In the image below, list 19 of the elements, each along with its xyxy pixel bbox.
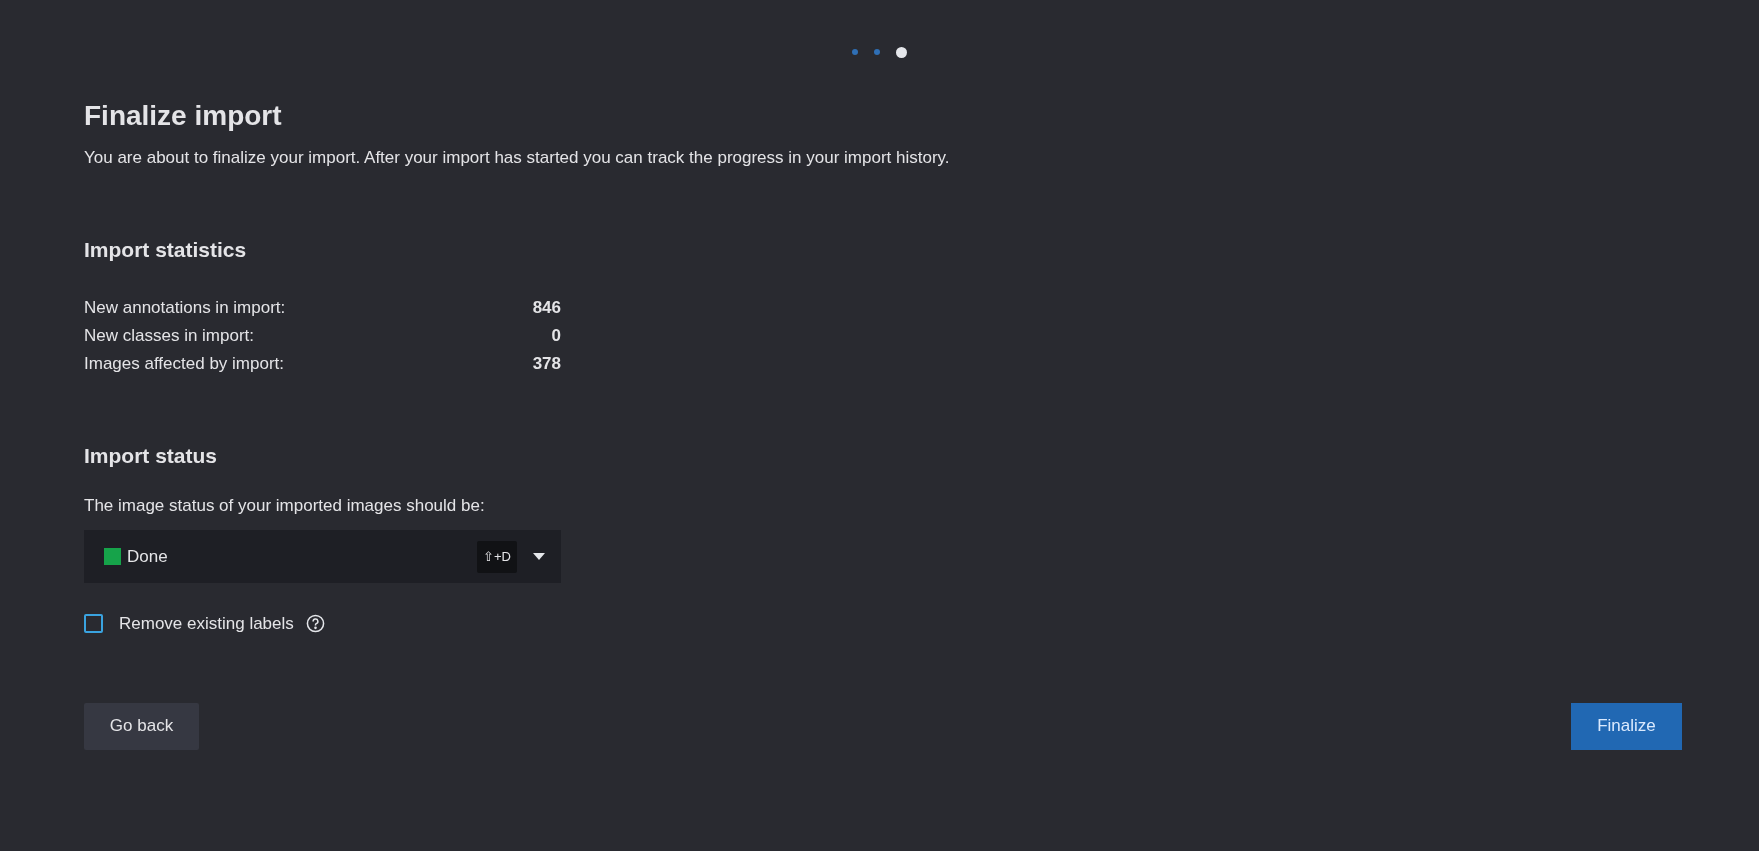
stat-value: 0 — [551, 325, 561, 347]
shortcut-badge: ⇧+D — [477, 540, 517, 573]
status-dropdown[interactable]: Done ⇧+D — [84, 530, 561, 583]
stat-label: New annotations in import: — [84, 297, 286, 319]
stat-value: 378 — [532, 353, 561, 375]
status-prompt: The image status of your imported images should be: — [84, 495, 486, 517]
description: You are about to finalize your import. After your import has started you can track the progress in your import history. — [84, 147, 951, 169]
go-back-button[interactable]: Go back — [84, 702, 199, 750]
section-heading: Import statistics — [84, 237, 248, 263]
stat-value: 846 — [532, 297, 561, 319]
stat-label: New classes in import: — [84, 325, 255, 347]
caret-icon — [533, 553, 545, 560]
page-title: Finalize import — [84, 99, 283, 133]
checkbox[interactable] — [84, 614, 103, 634]
stat-label: Images affected by import: — [84, 353, 284, 375]
section-heading: Import status — [84, 443, 218, 469]
checkbox-label: Remove existing labels — [119, 613, 294, 635]
finalize-button[interactable]: Finalize — [1571, 702, 1682, 750]
help-icon[interactable] — [305, 614, 325, 634]
